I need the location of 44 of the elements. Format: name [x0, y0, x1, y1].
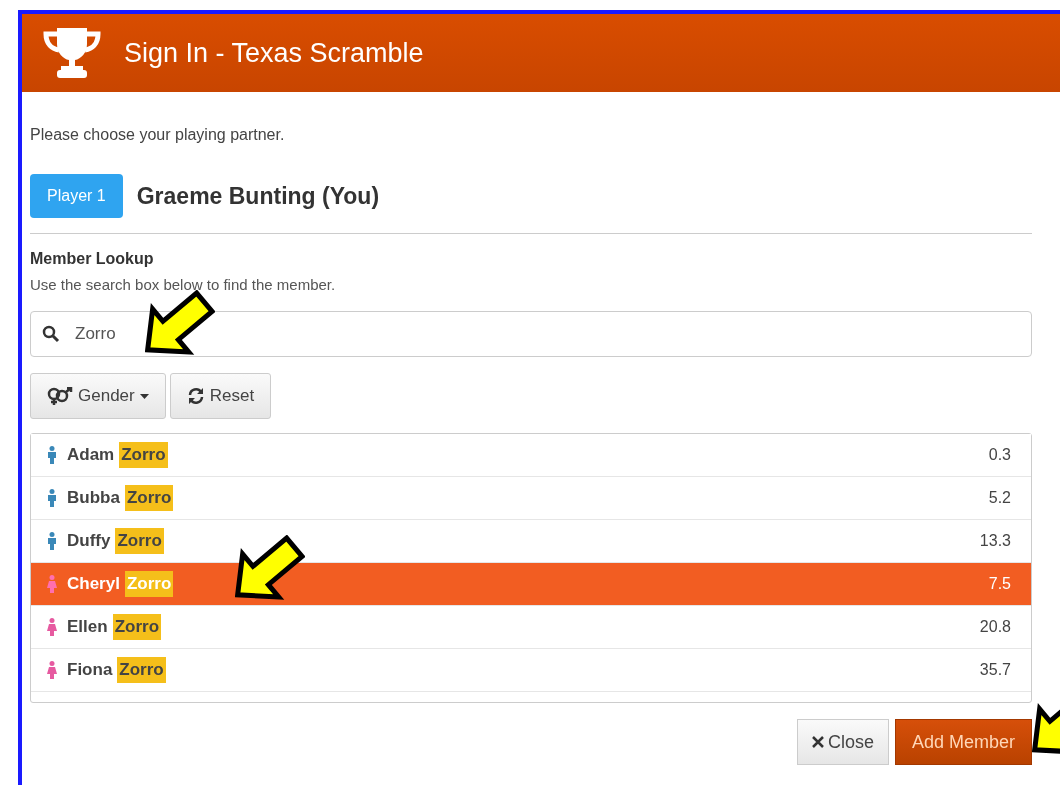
pointer-arrow	[235, 535, 305, 600]
window-title: Sign In - Texas Scramble	[124, 37, 424, 69]
woman-icon	[47, 575, 57, 593]
search-field[interactable]: Zorro	[30, 311, 1032, 357]
handicap: 35.7	[979, 661, 1011, 679]
add-member-button[interactable]: Add Member	[894, 719, 1032, 765]
handicap: 7.5	[988, 575, 1011, 593]
gender-icon	[47, 387, 73, 405]
close-icon	[811, 736, 824, 748]
first-name: Fiona	[67, 660, 113, 680]
refresh-icon	[186, 387, 205, 405]
first-name: Duffy	[67, 531, 111, 551]
search-highlight: Zorro	[115, 528, 164, 554]
woman-icon	[47, 661, 57, 679]
trophy-icon	[42, 26, 102, 80]
first-name: Adam	[67, 445, 115, 465]
gender-dropdown[interactable]: Gender	[30, 373, 166, 419]
man-icon	[47, 489, 57, 507]
pointer-arrow	[145, 290, 215, 355]
first-name: Bubba	[67, 488, 120, 508]
first-name: Ellen	[67, 617, 108, 637]
player-badge: Player 1	[30, 174, 123, 218]
close-button[interactable]: Close	[796, 719, 889, 765]
search-highlight: Zorro	[117, 657, 166, 683]
handicap: 0.3	[988, 446, 1011, 464]
man-icon	[47, 532, 57, 550]
help-text: Use the search box below to find the member.	[30, 276, 337, 293]
handicap: 5.2	[988, 489, 1011, 507]
search-highlight: Zorro	[112, 614, 161, 640]
search-highlight: Zorro	[124, 485, 174, 511]
handicap: 20.8	[979, 618, 1011, 636]
instruction-text: Please choose your playing partner.	[30, 126, 286, 144]
player-name: Graeme Bunting (You)	[136, 182, 380, 210]
handicap: 13.3	[979, 532, 1011, 550]
caret-icon	[139, 393, 149, 399]
member-row[interactable]: Adam Zorro 0.3	[31, 434, 1031, 477]
section-heading: Member Lookup	[30, 250, 155, 268]
search-highlight: Zorro	[119, 442, 168, 468]
reset-button[interactable]: Reset	[169, 373, 272, 419]
search-highlight: Zorro	[124, 571, 174, 597]
first-name: Cheryl	[67, 574, 120, 594]
search-icon	[42, 325, 60, 343]
man-icon	[47, 446, 57, 464]
woman-icon	[47, 618, 57, 636]
